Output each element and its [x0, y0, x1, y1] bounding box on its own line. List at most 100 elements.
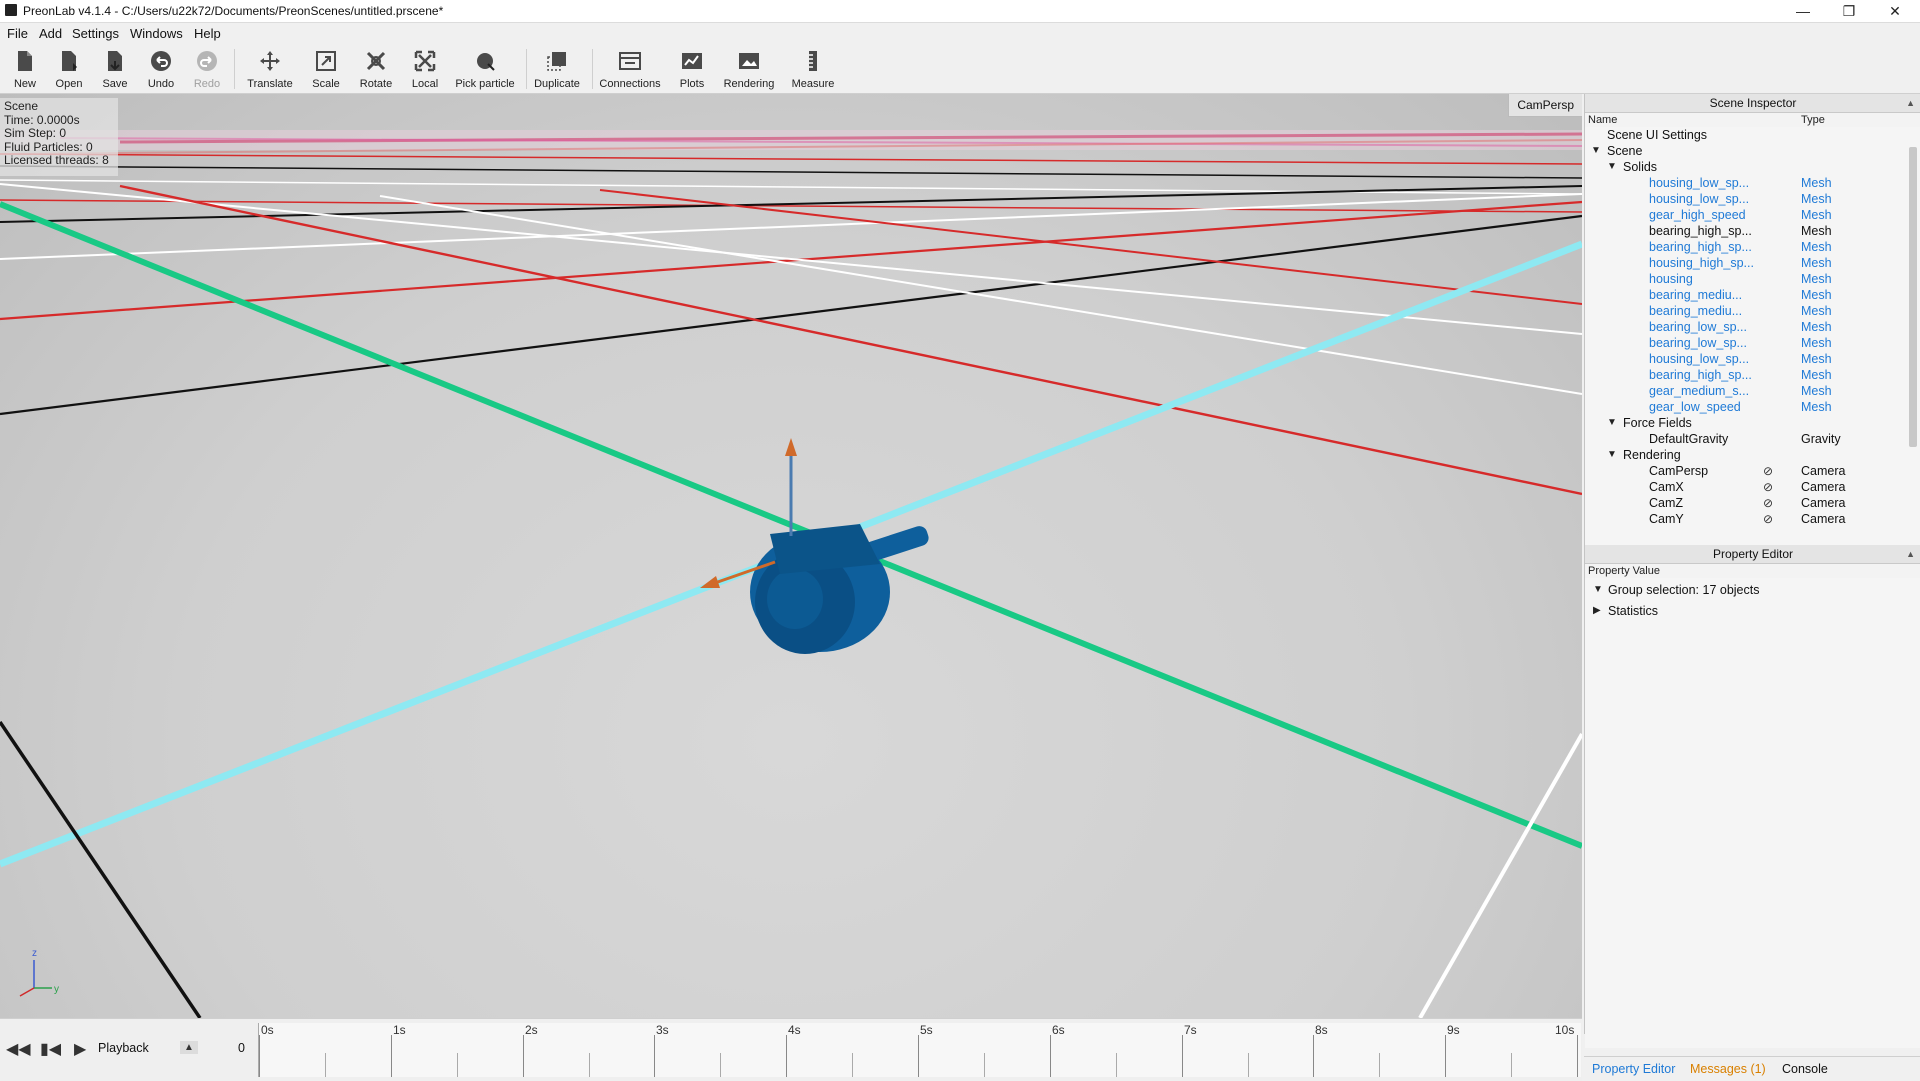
rendering-button[interactable]: Rendering — [722, 47, 776, 91]
restore-button[interactable]: ❐ — [1826, 0, 1872, 22]
menu-settings[interactable]: Settings — [72, 26, 119, 41]
tree-row[interactable]: bearing_low_sp... Mesh — [1585, 335, 1905, 351]
tree-row[interactable]: housing_low_sp... Mesh — [1585, 351, 1905, 367]
expand-down-icon[interactable]: ▼ — [1607, 159, 1617, 175]
tree-row[interactable]: ▼ Force Fields — [1585, 415, 1905, 431]
pick-particle-button[interactable]: Pick particle — [454, 47, 516, 91]
tab-property-editor[interactable]: Property Editor — [1592, 1062, 1675, 1076]
redo-button[interactable]: Redo — [190, 47, 224, 91]
visibility-off-icon[interactable]: ⊘ — [1763, 479, 1773, 495]
tree-row[interactable]: housing_low_sp... Mesh — [1585, 191, 1905, 207]
expand-down-icon[interactable]: ▼ — [1607, 415, 1617, 431]
tree-row[interactable]: Scene UI Settings — [1585, 127, 1905, 143]
tree-row[interactable]: housing_low_sp... Mesh — [1585, 175, 1905, 191]
playback-label[interactable]: Playback — [98, 1041, 149, 1055]
tree-row[interactable]: CamX ⊘ Camera — [1585, 479, 1905, 495]
scale-button[interactable]: Scale — [308, 47, 344, 91]
tree-row[interactable]: CamPersp ⊘ Camera — [1585, 463, 1905, 479]
playback-options-icon[interactable]: ▲ — [180, 1041, 198, 1054]
visibility-off-icon[interactable]: ⊘ — [1763, 495, 1773, 511]
tree-row[interactable]: gear_low_speed Mesh — [1585, 399, 1905, 415]
col-property-value: Property Value — [1588, 565, 1660, 577]
tree-row[interactable]: ▼ Scene — [1585, 143, 1905, 159]
tree-row-type: Mesh — [1801, 192, 1832, 206]
tree-row-name: housing_low_sp... — [1649, 192, 1750, 206]
translate-button[interactable]: Translate — [244, 47, 296, 91]
play-icon[interactable]: ▶ — [74, 1039, 86, 1059]
local-icon — [414, 50, 436, 72]
expand-down-icon[interactable]: ▼ — [1591, 143, 1601, 159]
plots-button[interactable]: Plots — [674, 47, 710, 91]
ruler-minor-tick — [720, 1053, 721, 1077]
close-button[interactable]: ✕ — [1872, 0, 1918, 22]
tree-row-type: Mesh — [1801, 256, 1832, 270]
expand-down-icon[interactable]: ▼ — [1607, 447, 1617, 463]
tree-row[interactable]: housing Mesh — [1585, 271, 1905, 287]
ruler-minor-tick — [325, 1053, 326, 1077]
tree-row[interactable]: gear_medium_s... Mesh — [1585, 383, 1905, 399]
statistics-row[interactable]: ▶ Statistics — [1585, 603, 1905, 619]
col-type[interactable]: Type — [1801, 114, 1825, 126]
ruler-minor-tick — [1379, 1053, 1380, 1077]
expand-down-icon[interactable]: ▼ — [1593, 582, 1603, 598]
save-button[interactable]: Save — [98, 47, 132, 91]
measure-button[interactable]: Measure — [788, 47, 838, 91]
duplicate-button[interactable]: Duplicate — [532, 47, 582, 91]
tab-messages[interactable]: Messages (1) — [1690, 1062, 1766, 1076]
scene-inspector-header: Scene Inspector ▲ — [1585, 94, 1920, 113]
open-button[interactable]: Open — [52, 47, 86, 91]
group-selection-row[interactable]: ▼ Group selection: 17 objects — [1585, 582, 1905, 598]
tree-row-name: housing_high_sp... — [1649, 256, 1754, 270]
tree-row[interactable]: CamZ ⊘ Camera — [1585, 495, 1905, 511]
local-button[interactable]: Local — [408, 47, 442, 91]
tree-row[interactable]: bearing_high_sp... Mesh — [1585, 223, 1905, 239]
menu-add[interactable]: Add — [39, 26, 62, 41]
tree-row[interactable]: gear_high_speed Mesh — [1585, 207, 1905, 223]
tree-row[interactable]: ▼ Rendering — [1585, 447, 1905, 463]
toolbar-separator — [592, 49, 593, 89]
3d-viewport[interactable]: Scene Time: 0.0000s Sim Step: 0 Fluid Pa… — [0, 94, 1582, 1018]
menu-windows[interactable]: Windows — [130, 26, 183, 41]
tree-row[interactable]: bearing_high_sp... Mesh — [1585, 367, 1905, 383]
rewind-icon[interactable]: ◀◀ — [6, 1039, 31, 1059]
collapse-icon[interactable]: ▲ — [1906, 545, 1915, 563]
tree-row-name: Scene — [1607, 144, 1643, 158]
stats-licensed-threads: Licensed threads: 8 — [4, 153, 109, 167]
ruler-major-tick — [259, 1035, 260, 1077]
tree-row[interactable]: CamY ⊘ Camera — [1585, 511, 1905, 527]
scene-tree[interactable]: CamY ⊘ Camera CamZ ⊘ Camera CamX ⊘ Camera CamPers… — [1585, 127, 1920, 545]
tree-row[interactable]: DefaultGravity Gravity — [1585, 431, 1905, 447]
minimize-button[interactable]: — — [1780, 0, 1826, 22]
skip-start-icon[interactable]: ▮◀ — [40, 1039, 61, 1059]
col-name[interactable]: Name — [1588, 114, 1617, 126]
undo-button[interactable]: Undo — [144, 47, 178, 91]
expand-right-icon[interactable]: ▶ — [1593, 603, 1601, 619]
menu-help[interactable]: Help — [194, 26, 221, 41]
visibility-off-icon[interactable]: ⊘ — [1763, 463, 1773, 479]
connections-button[interactable]: Connections — [598, 47, 662, 91]
tree-row[interactable]: bearing_low_sp... Mesh — [1585, 319, 1905, 335]
time-ruler[interactable]: 0s 1s 2s 3s 4s 5s 6s 7s 8s 9s 10s — [258, 1023, 1581, 1077]
tree-row[interactable]: bearing_mediu... Mesh — [1585, 287, 1905, 303]
stats-sim-step: Sim Step: 0 — [4, 126, 67, 140]
tree-row-type: Mesh — [1801, 400, 1832, 414]
rendering-icon — [739, 53, 759, 69]
tree-row-name: Rendering — [1623, 448, 1681, 462]
tree-row[interactable]: ▼ Solids — [1585, 159, 1905, 175]
save-icon — [108, 51, 122, 71]
tree-row[interactable]: housing_high_sp... Mesh — [1585, 255, 1905, 271]
undo-icon — [151, 51, 171, 71]
gearbox-model[interactable] — [750, 524, 931, 654]
tree-row[interactable]: bearing_mediu... Mesh — [1585, 303, 1905, 319]
tree-row[interactable]: bearing_high_sp... Mesh — [1585, 239, 1905, 255]
ruler-major-tick — [391, 1035, 392, 1077]
menu-file[interactable]: File — [7, 26, 28, 41]
collapse-icon[interactable]: ▲ — [1906, 94, 1915, 112]
tree-row-name: CamY — [1649, 512, 1684, 526]
visibility-off-icon[interactable]: ⊘ — [1763, 511, 1773, 527]
tree-scrollbar[interactable] — [1909, 147, 1917, 447]
rotate-button[interactable]: Rotate — [356, 47, 396, 91]
new-button[interactable]: New — [8, 47, 42, 91]
camera-label[interactable]: CamPersp — [1508, 94, 1582, 117]
tab-console[interactable]: Console — [1782, 1062, 1828, 1076]
